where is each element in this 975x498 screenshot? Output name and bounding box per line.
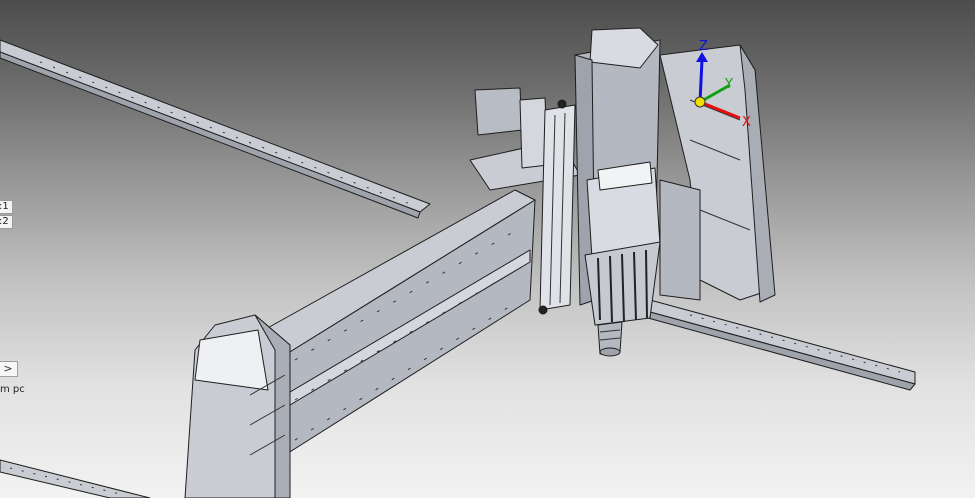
x-axis-label: X bbox=[742, 115, 751, 130]
spindle-motor[interactable] bbox=[584, 161, 661, 326]
right-side-frame[interactable] bbox=[659, 44, 776, 303]
bottom-left-rail[interactable] bbox=[0, 459, 151, 498]
truncated-label: m pc bbox=[0, 384, 25, 395]
side-tag-1[interactable]: :1 bbox=[0, 200, 13, 214]
gantry-beam[interactable] bbox=[254, 189, 536, 456]
y-axis-label: Y bbox=[724, 77, 733, 92]
triad-origin-point bbox=[694, 96, 706, 108]
cnc-router-model[interactable]: Z X Y bbox=[0, 0, 975, 498]
left-linear-rail[interactable] bbox=[0, 39, 431, 219]
z-axis-label: Z bbox=[699, 39, 708, 54]
left-end-plate[interactable] bbox=[184, 314, 291, 498]
z-axis-line bbox=[698, 59, 704, 103]
right-linear-rail[interactable] bbox=[647, 299, 916, 391]
graphics-viewport[interactable]: Z X Y :1 :2 > m pc bbox=[0, 0, 975, 498]
z-linear-guide[interactable] bbox=[538, 99, 576, 315]
side-tag-2[interactable]: :2 bbox=[0, 215, 13, 229]
spindle-collet[interactable] bbox=[597, 321, 623, 357]
expand-panel-button[interactable]: > bbox=[0, 361, 18, 377]
